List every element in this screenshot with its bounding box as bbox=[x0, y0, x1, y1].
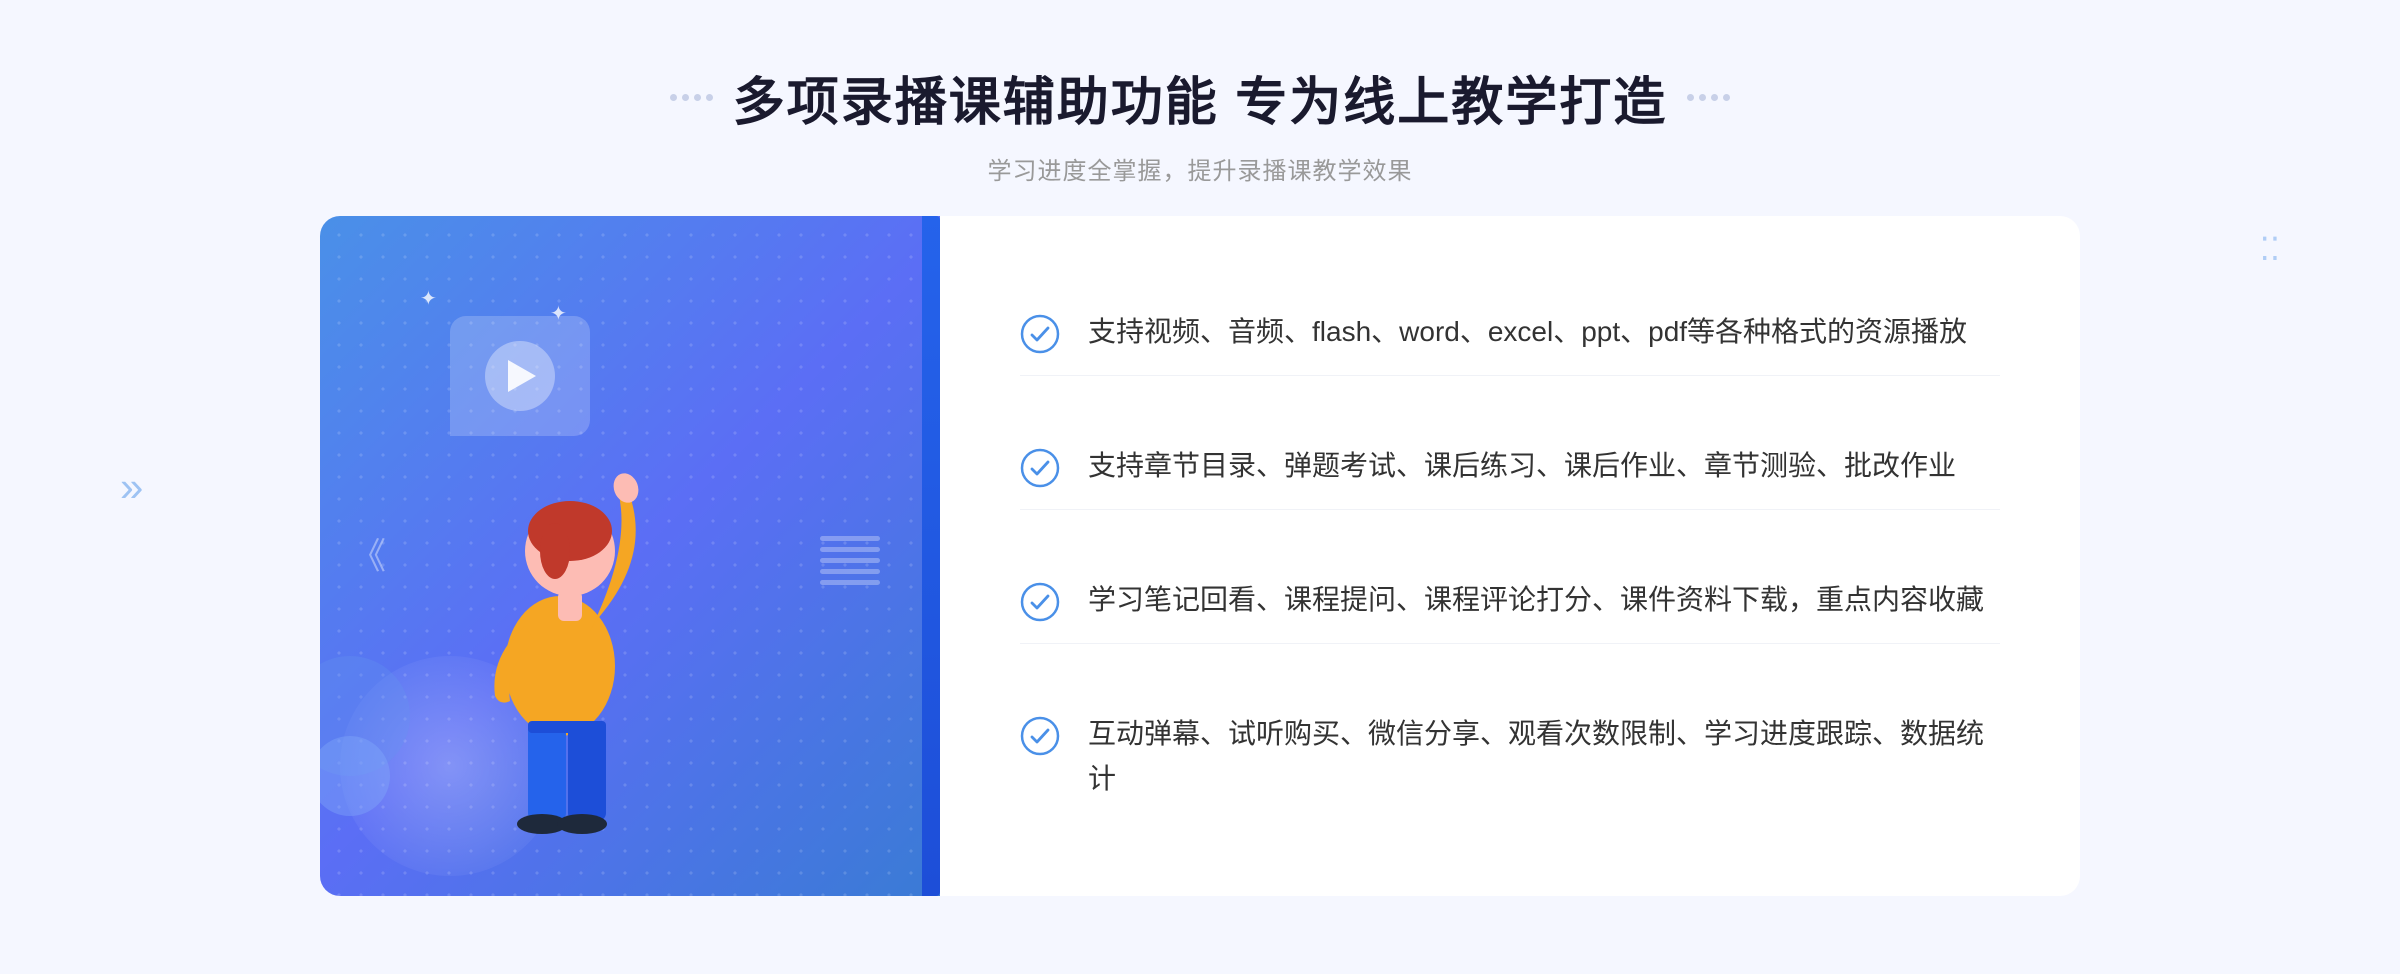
header-section: 多项录播课辅助功能 专为线上教学打造 学习进度全掌握，提升录播课教学效果 bbox=[0, 0, 2400, 216]
feature-text-3: 学习笔记回看、课程提问、课程评论打分、课件资料下载，重点内容收藏 bbox=[1088, 578, 1984, 623]
feature-text-1: 支持视频、音频、flash、word、excel、ppt、pdf等各种格式的资源… bbox=[1088, 310, 1967, 355]
feature-item-3: 学习笔记回看、课程提问、课程评论打分、课件资料下载，重点内容收藏 bbox=[1020, 558, 2000, 644]
feature-item-2: 支持章节目录、弹题考试、课后练习、课后作业、章节测验、批改作业 bbox=[1020, 424, 2000, 510]
spark-decoration-2: ✦ bbox=[550, 301, 567, 326]
content-area: ✦ ✦ 《 bbox=[320, 216, 2080, 896]
features-panel: 支持视频、音频、flash、word、excel、ppt、pdf等各种格式的资源… bbox=[940, 216, 2080, 896]
dot-decorator-right bbox=[1687, 94, 1730, 101]
blue-bar bbox=[922, 216, 940, 896]
feature-item-4: 互动弹幕、试听购买、微信分享、观看次数限制、学习进度跟踪、数据统计 bbox=[1020, 692, 2000, 822]
check-circle-icon-3 bbox=[1020, 582, 1060, 622]
feature-text-4: 互动弹幕、试听购买、微信分享、观看次数限制、学习进度跟踪、数据统计 bbox=[1088, 712, 2000, 802]
feature-item-1: 支持视频、音频、flash、word、excel、ppt、pdf等各种格式的资源… bbox=[1020, 290, 2000, 376]
main-title: 多项录播课辅助功能 专为线上教学打造 bbox=[733, 60, 1667, 135]
page-deco-right: ⁚⁚ bbox=[2260, 230, 2280, 268]
check-circle-icon-1 bbox=[1020, 314, 1060, 354]
page-deco-left: » bbox=[120, 463, 143, 511]
page-container: » ⁚⁚ 多项录播课辅助功能 专为线上教学打造 学习进度全掌握，提升录播课教学效… bbox=[0, 0, 2400, 974]
person-illustration bbox=[380, 376, 720, 896]
stripe-decoration bbox=[820, 536, 880, 616]
illustration-panel: ✦ ✦ 《 bbox=[320, 216, 940, 896]
feature-text-2: 支持章节目录、弹题考试、课后练习、课后作业、章节测验、批改作业 bbox=[1088, 444, 1956, 489]
dot-decorator-left bbox=[670, 94, 713, 101]
header-decorators: 多项录播课辅助功能 专为线上教学打造 bbox=[0, 60, 2400, 135]
subtitle: 学习进度全掌握，提升录播课教学效果 bbox=[0, 151, 2400, 186]
check-circle-icon-2 bbox=[1020, 448, 1060, 488]
spark-decoration-1: ✦ bbox=[420, 286, 437, 311]
check-circle-icon-4 bbox=[1020, 716, 1060, 756]
